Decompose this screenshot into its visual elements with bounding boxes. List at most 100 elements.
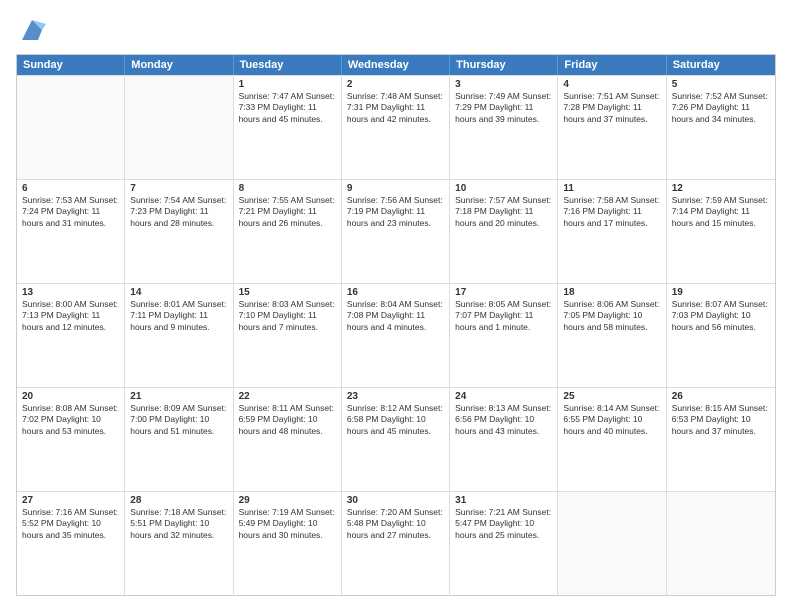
cell-info: Sunrise: 8:06 AM Sunset: 7:05 PM Dayligh…: [563, 299, 660, 333]
cell-info: Sunrise: 7:54 AM Sunset: 7:23 PM Dayligh…: [130, 195, 227, 229]
header: [16, 16, 776, 44]
cell-info: Sunrise: 8:11 AM Sunset: 6:59 PM Dayligh…: [239, 403, 336, 437]
day-number: 23: [347, 391, 444, 402]
day-number: 25: [563, 391, 660, 402]
day-number: 26: [672, 391, 770, 402]
calendar-cell: 31Sunrise: 7:21 AM Sunset: 5:47 PM Dayli…: [450, 492, 558, 595]
day-number: 10: [455, 183, 552, 194]
calendar-cell: 15Sunrise: 8:03 AM Sunset: 7:10 PM Dayli…: [234, 284, 342, 387]
calendar-cell: 4Sunrise: 7:51 AM Sunset: 7:28 PM Daylig…: [558, 76, 666, 179]
cell-info: Sunrise: 8:09 AM Sunset: 7:00 PM Dayligh…: [130, 403, 227, 437]
calendar-cell: [667, 492, 775, 595]
calendar-row: 20Sunrise: 8:08 AM Sunset: 7:02 PM Dayli…: [17, 387, 775, 491]
cell-info: Sunrise: 8:13 AM Sunset: 6:56 PM Dayligh…: [455, 403, 552, 437]
calendar-cell: 1Sunrise: 7:47 AM Sunset: 7:33 PM Daylig…: [234, 76, 342, 179]
calendar-cell: 16Sunrise: 8:04 AM Sunset: 7:08 PM Dayli…: [342, 284, 450, 387]
calendar: SundayMondayTuesdayWednesdayThursdayFrid…: [16, 54, 776, 596]
day-number: 12: [672, 183, 770, 194]
calendar-cell: 2Sunrise: 7:48 AM Sunset: 7:31 PM Daylig…: [342, 76, 450, 179]
day-number: 16: [347, 287, 444, 298]
day-number: 2: [347, 79, 444, 90]
day-number: 28: [130, 495, 227, 506]
weekday-header: Sunday: [17, 55, 125, 75]
calendar-row: 1Sunrise: 7:47 AM Sunset: 7:33 PM Daylig…: [17, 75, 775, 179]
day-number: 22: [239, 391, 336, 402]
page: SundayMondayTuesdayWednesdayThursdayFrid…: [0, 0, 792, 612]
cell-info: Sunrise: 8:07 AM Sunset: 7:03 PM Dayligh…: [672, 299, 770, 333]
day-number: 3: [455, 79, 552, 90]
day-number: 29: [239, 495, 336, 506]
calendar-cell: 24Sunrise: 8:13 AM Sunset: 6:56 PM Dayli…: [450, 388, 558, 491]
calendar-cell: 12Sunrise: 7:59 AM Sunset: 7:14 PM Dayli…: [667, 180, 775, 283]
day-number: 1: [239, 79, 336, 90]
cell-info: Sunrise: 7:19 AM Sunset: 5:49 PM Dayligh…: [239, 507, 336, 541]
calendar-cell: 11Sunrise: 7:58 AM Sunset: 7:16 PM Dayli…: [558, 180, 666, 283]
weekday-header: Friday: [558, 55, 666, 75]
day-number: 11: [563, 183, 660, 194]
calendar-cell: [17, 76, 125, 179]
cell-info: Sunrise: 7:48 AM Sunset: 7:31 PM Dayligh…: [347, 91, 444, 125]
day-number: 24: [455, 391, 552, 402]
cell-info: Sunrise: 7:47 AM Sunset: 7:33 PM Dayligh…: [239, 91, 336, 125]
calendar-cell: 30Sunrise: 7:20 AM Sunset: 5:48 PM Dayli…: [342, 492, 450, 595]
calendar-body: 1Sunrise: 7:47 AM Sunset: 7:33 PM Daylig…: [17, 75, 775, 595]
calendar-cell: 20Sunrise: 8:08 AM Sunset: 7:02 PM Dayli…: [17, 388, 125, 491]
cell-info: Sunrise: 7:59 AM Sunset: 7:14 PM Dayligh…: [672, 195, 770, 229]
calendar-row: 13Sunrise: 8:00 AM Sunset: 7:13 PM Dayli…: [17, 283, 775, 387]
calendar-cell: 6Sunrise: 7:53 AM Sunset: 7:24 PM Daylig…: [17, 180, 125, 283]
calendar-cell: 7Sunrise: 7:54 AM Sunset: 7:23 PM Daylig…: [125, 180, 233, 283]
weekday-header: Thursday: [450, 55, 558, 75]
cell-info: Sunrise: 8:12 AM Sunset: 6:58 PM Dayligh…: [347, 403, 444, 437]
calendar-cell: 9Sunrise: 7:56 AM Sunset: 7:19 PM Daylig…: [342, 180, 450, 283]
day-number: 7: [130, 183, 227, 194]
day-number: 6: [22, 183, 119, 194]
weekday-header: Monday: [125, 55, 233, 75]
weekday-header: Wednesday: [342, 55, 450, 75]
cell-info: Sunrise: 7:51 AM Sunset: 7:28 PM Dayligh…: [563, 91, 660, 125]
cell-info: Sunrise: 8:03 AM Sunset: 7:10 PM Dayligh…: [239, 299, 336, 333]
cell-info: Sunrise: 8:04 AM Sunset: 7:08 PM Dayligh…: [347, 299, 444, 333]
calendar-cell: 5Sunrise: 7:52 AM Sunset: 7:26 PM Daylig…: [667, 76, 775, 179]
cell-info: Sunrise: 7:16 AM Sunset: 5:52 PM Dayligh…: [22, 507, 119, 541]
logo: [16, 16, 46, 44]
calendar-cell: 22Sunrise: 8:11 AM Sunset: 6:59 PM Dayli…: [234, 388, 342, 491]
calendar-cell: 3Sunrise: 7:49 AM Sunset: 7:29 PM Daylig…: [450, 76, 558, 179]
weekday-header: Saturday: [667, 55, 775, 75]
calendar-cell: 29Sunrise: 7:19 AM Sunset: 5:49 PM Dayli…: [234, 492, 342, 595]
cell-info: Sunrise: 8:15 AM Sunset: 6:53 PM Dayligh…: [672, 403, 770, 437]
day-number: 18: [563, 287, 660, 298]
calendar-cell: 18Sunrise: 8:06 AM Sunset: 7:05 PM Dayli…: [558, 284, 666, 387]
calendar-cell: 14Sunrise: 8:01 AM Sunset: 7:11 PM Dayli…: [125, 284, 233, 387]
calendar-cell: [558, 492, 666, 595]
day-number: 27: [22, 495, 119, 506]
day-number: 9: [347, 183, 444, 194]
day-number: 4: [563, 79, 660, 90]
calendar-cell: 21Sunrise: 8:09 AM Sunset: 7:00 PM Dayli…: [125, 388, 233, 491]
day-number: 17: [455, 287, 552, 298]
cell-info: Sunrise: 7:20 AM Sunset: 5:48 PM Dayligh…: [347, 507, 444, 541]
cell-info: Sunrise: 8:14 AM Sunset: 6:55 PM Dayligh…: [563, 403, 660, 437]
calendar-cell: 10Sunrise: 7:57 AM Sunset: 7:18 PM Dayli…: [450, 180, 558, 283]
cell-info: Sunrise: 8:08 AM Sunset: 7:02 PM Dayligh…: [22, 403, 119, 437]
cell-info: Sunrise: 7:57 AM Sunset: 7:18 PM Dayligh…: [455, 195, 552, 229]
cell-info: Sunrise: 8:00 AM Sunset: 7:13 PM Dayligh…: [22, 299, 119, 333]
calendar-cell: 8Sunrise: 7:55 AM Sunset: 7:21 PM Daylig…: [234, 180, 342, 283]
day-number: 19: [672, 287, 770, 298]
day-number: 13: [22, 287, 119, 298]
cell-info: Sunrise: 8:05 AM Sunset: 7:07 PM Dayligh…: [455, 299, 552, 333]
calendar-row: 6Sunrise: 7:53 AM Sunset: 7:24 PM Daylig…: [17, 179, 775, 283]
weekday-header: Tuesday: [234, 55, 342, 75]
calendar-cell: 25Sunrise: 8:14 AM Sunset: 6:55 PM Dayli…: [558, 388, 666, 491]
calendar-cell: 17Sunrise: 8:05 AM Sunset: 7:07 PM Dayli…: [450, 284, 558, 387]
cell-info: Sunrise: 7:58 AM Sunset: 7:16 PM Dayligh…: [563, 195, 660, 229]
calendar-cell: 28Sunrise: 7:18 AM Sunset: 5:51 PM Dayli…: [125, 492, 233, 595]
day-number: 14: [130, 287, 227, 298]
calendar-cell: [125, 76, 233, 179]
logo-icon: [18, 16, 46, 44]
day-number: 5: [672, 79, 770, 90]
cell-info: Sunrise: 7:56 AM Sunset: 7:19 PM Dayligh…: [347, 195, 444, 229]
cell-info: Sunrise: 7:21 AM Sunset: 5:47 PM Dayligh…: [455, 507, 552, 541]
calendar-cell: 23Sunrise: 8:12 AM Sunset: 6:58 PM Dayli…: [342, 388, 450, 491]
calendar-cell: 27Sunrise: 7:16 AM Sunset: 5:52 PM Dayli…: [17, 492, 125, 595]
calendar-row: 27Sunrise: 7:16 AM Sunset: 5:52 PM Dayli…: [17, 491, 775, 595]
